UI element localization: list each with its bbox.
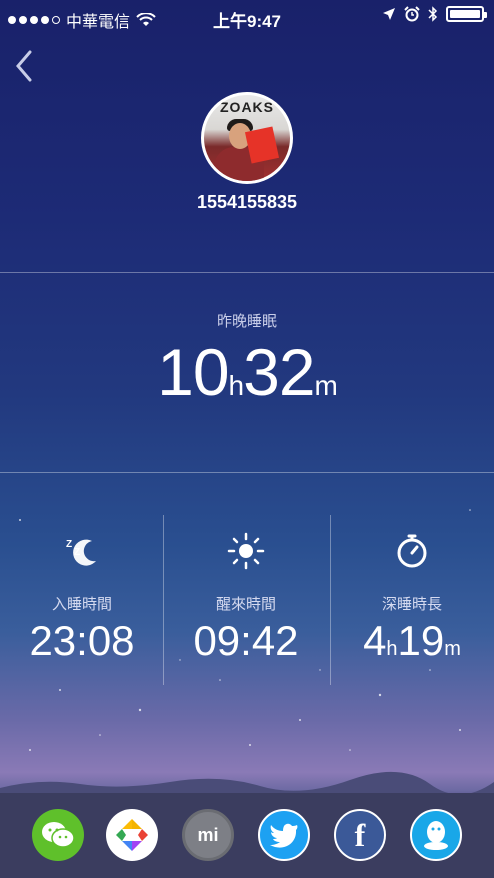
deep-hours: 4 [363,617,387,664]
stat-label: 深睡時長 [381,596,442,613]
stat-bedtime: Z Z 入睡時間 23:08 [0,515,164,685]
user-id: 1554155835 [196,192,298,212]
duration-minutes: 32 [243,335,315,409]
svg-text:Z: Z [66,539,72,550]
facebook-share-button[interactable]: f [334,809,386,861]
share-bar: mi f [0,793,494,878]
facebook-icon: f [354,816,366,853]
sleep-moon-icon: Z Z [66,539,96,566]
twitter-bird-icon [270,823,298,848]
last-night-label: 昨晚睡眠 [216,313,277,330]
duration-minutes-unit: m [314,370,338,401]
moments-aperture-icon [116,819,148,851]
sleep-summary-screen: 中華電信 上午9:47 ZOAKS 1554155835 昨晚睡眠 10h32m [0,0,494,878]
deep-hours-unit: h [386,638,398,660]
status-right [382,6,487,22]
stat-deep-sleep: 深睡時長 4h19m [330,515,494,685]
mi-share-button[interactable]: mi [182,809,234,861]
stat-label: 醒來時間 [215,596,276,613]
deep-minutes-unit: m [444,638,461,660]
avatar-brand-text: ZOAKS [220,99,274,115]
stat-value: 09:42 [193,617,299,664]
wechat-share-button[interactable] [32,809,84,861]
back-chevron-icon[interactable] [10,48,40,84]
svg-text:Z: Z [74,547,80,558]
duration-hours-unit: h [228,370,245,401]
wechat-icon [42,822,75,848]
stat-value: 4h19m [330,617,494,665]
moments-share-button[interactable] [106,809,158,861]
stat-value: 23:08 [29,617,135,664]
alarm-clock-icon [404,6,420,22]
qq-share-button[interactable] [410,809,462,861]
location-arrow-icon [383,8,395,20]
stopwatch-icon [397,534,427,568]
stat-wake-time: 醒來時間 09:42 [164,515,328,685]
divider [0,472,494,473]
duration-hours: 10 [157,335,229,409]
qq-penguin-icon [424,821,448,850]
stat-label: 入睡時間 [51,596,112,613]
divider [0,272,494,273]
sun-icon [227,532,265,570]
status-bar: 中華電信 上午9:47 [0,0,494,34]
bluetooth-icon [428,6,438,22]
profile-avatar[interactable]: ZOAKS [201,92,293,184]
mi-icon: mi [197,824,219,845]
last-night-duration: 10h32m [0,334,494,410]
twitter-share-button[interactable] [258,809,310,861]
sleep-stats: Z Z 入睡時間 23:08 醒來時間 09:42 深睡時長 4h19m [0,515,494,685]
battery-icon [446,6,487,22]
deep-minutes: 19 [397,617,445,664]
